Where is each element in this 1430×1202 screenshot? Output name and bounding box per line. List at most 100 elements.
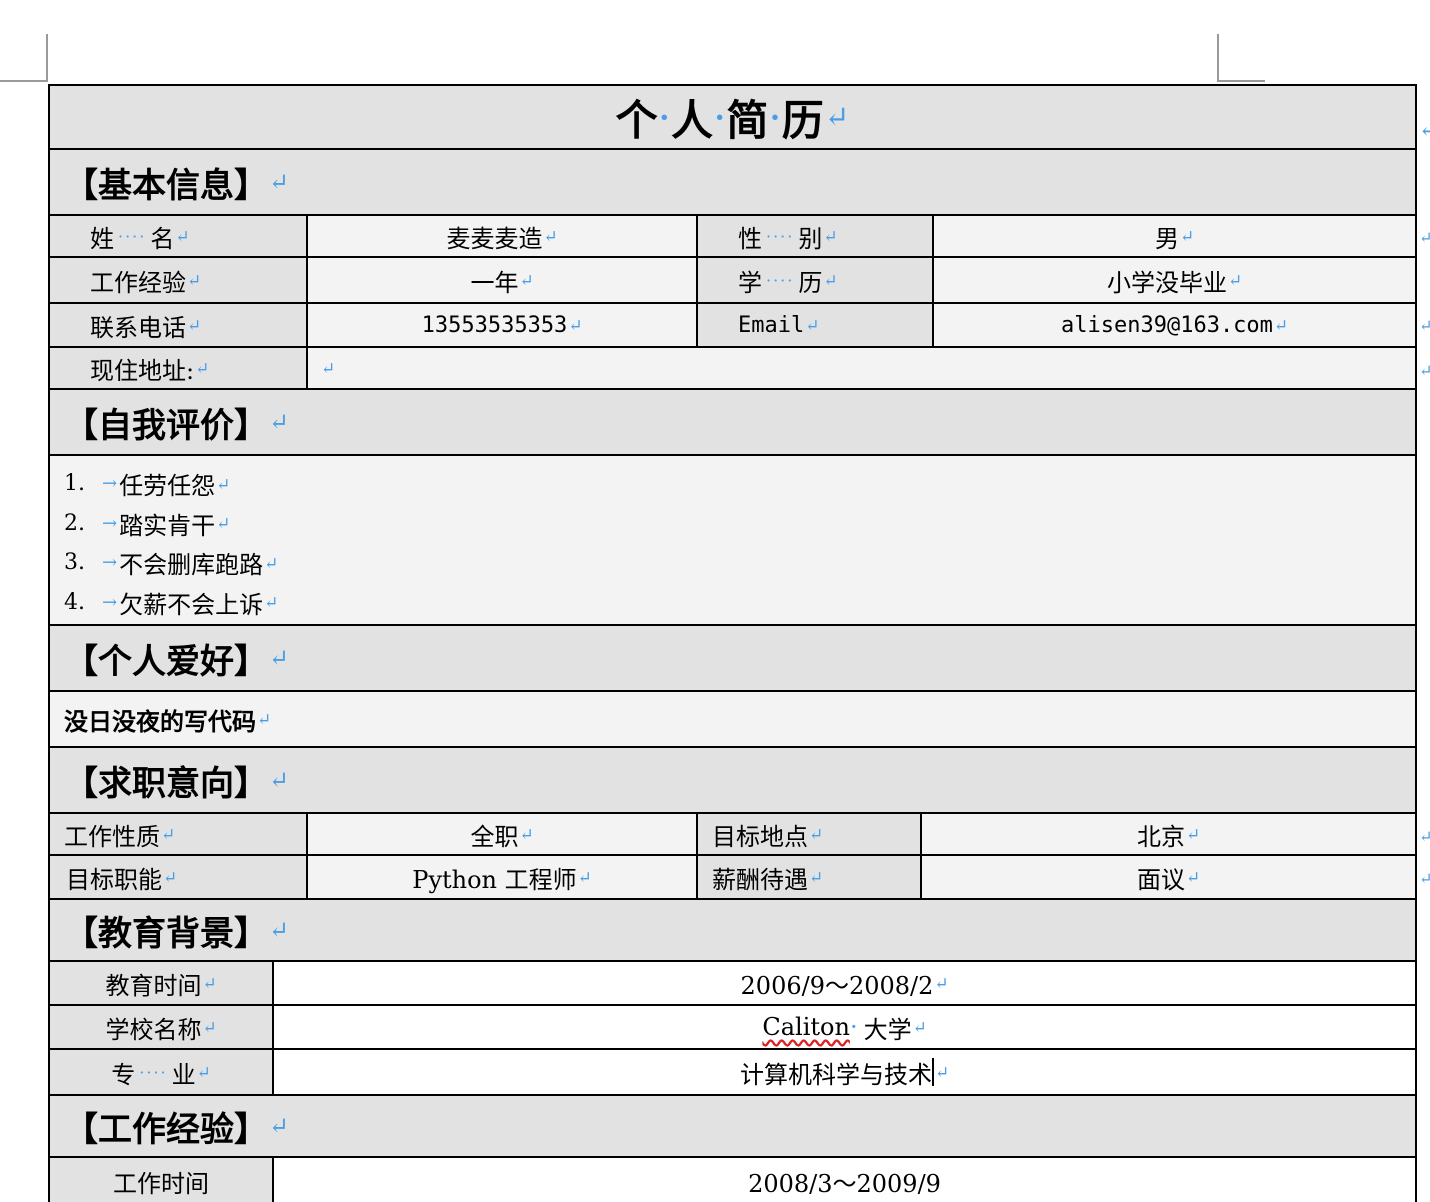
value-text: 2006/9～2008/2 <box>740 971 934 1000</box>
paragraph-mark: ↵ <box>269 644 289 672</box>
experience-label[interactable]: 工作经验 ↵ <box>50 258 308 302</box>
gender-label[interactable]: 性 ···· 别 ↵ <box>698 216 934 256</box>
resume-title[interactable]: 个 · 人 · 简 · 历 ↵ <box>50 86 1415 150</box>
section-self-evaluation[interactable]: 【自我评价】 ↵ <box>50 390 1415 456</box>
table-row: 目标职能 ↵ Python 工程师 ↵ 薪酬待遇 ↵ 面议 ↵ <box>50 856 1415 900</box>
space-mark: · <box>768 92 782 142</box>
name-label[interactable]: 姓 ···· 名 ↵ <box>50 216 308 256</box>
section-hobby[interactable]: 【个人爱好】 ↵ <box>50 626 1415 692</box>
value-text: 2008/3～2009/9 <box>748 1170 941 1198</box>
name-value[interactable]: 麦麦麦造 ↵ <box>308 216 698 256</box>
hobby-value: 没日没夜的写代码 <box>64 706 256 736</box>
section-basic-info[interactable]: 【基本信息】 ↵ <box>50 150 1415 216</box>
self-evaluation-list[interactable]: 1. → 任劳任怨 ↵ 2. → 踏实肯干 ↵ 3. → 不会删库跑路 ↵ 4. → 欠薪不会上诉 ↵ <box>50 456 1415 626</box>
value-text: Caliton <box>762 1013 850 1041</box>
email-value[interactable]: alisen39@163.com ↵ <box>934 304 1415 346</box>
list-item: 2. → 踏实肯干 ↵ <box>64 504 230 544</box>
section-job-intent[interactable]: 【求职意向】 ↵ <box>50 748 1415 814</box>
work-time-label[interactable]: 工作时间 <box>50 1158 274 1202</box>
work-time-value[interactable]: 2008/3～2009/9 <box>274 1158 1415 1202</box>
row-end-mark: ↵ <box>1419 118 1430 143</box>
paragraph-mark: ↵ <box>934 973 949 993</box>
paragraph-mark: ↵ <box>269 766 289 794</box>
label-text: 现住地址: <box>90 356 195 385</box>
job-nature-label[interactable]: 工作性质 ↵ <box>50 814 308 854</box>
major-value[interactable]: 计算机科学与技术 ↵ <box>274 1050 1415 1094</box>
label-text: 目标职能 <box>66 865 162 894</box>
title-char: 个 <box>615 95 658 145</box>
label-text: 别 <box>798 224 823 253</box>
paragraph-mark: ↵ <box>161 824 176 844</box>
label-text: 联系电话 <box>90 313 186 342</box>
paragraph-mark: ↵ <box>321 358 336 378</box>
table-row: 教育时间 ↵ 2006/9～2008/2 ↵ <box>50 962 1415 1006</box>
crop-mark-top-left-v <box>46 34 48 82</box>
edu-time-value[interactable]: 2006/9～2008/2 ↵ <box>274 962 1415 1004</box>
text-cursor <box>931 1058 934 1086</box>
edu-time-label[interactable]: 教育时间 ↵ <box>50 962 274 1004</box>
location-value[interactable]: 北京 ↵ <box>922 814 1415 854</box>
salary-label[interactable]: 薪酬待遇 ↵ <box>698 856 922 898</box>
label-text: 学校名称 <box>105 1015 202 1044</box>
list-number: 3. <box>64 550 85 576</box>
value-text: 麦麦麦造 <box>446 224 543 253</box>
crop-mark-top-left-h <box>0 80 48 82</box>
list-text: 踏实肯干 <box>119 511 216 540</box>
gender-value[interactable]: 男 ↵ <box>934 216 1415 256</box>
email-label[interactable]: Email ↵ <box>698 304 934 346</box>
job-function-label[interactable]: 目标职能 ↵ <box>50 856 308 898</box>
label-text: 姓 <box>90 224 114 253</box>
major-label[interactable]: 专 ···· 业 ↵ <box>50 1050 274 1094</box>
section-education[interactable]: 【教育背景】 ↵ <box>50 900 1415 962</box>
list-number: 2. <box>64 510 85 536</box>
paragraph-mark: ↵ <box>269 408 289 436</box>
paragraph-mark: ↵ <box>809 824 824 844</box>
paragraph-mark: ↵ <box>195 358 210 378</box>
value-text: Python 工程师 <box>412 865 577 894</box>
paragraph-mark: ↵ <box>577 867 592 887</box>
job-nature-value[interactable]: 全职 ↵ <box>308 814 698 854</box>
label-text: 薪酬待遇 <box>712 865 808 894</box>
school-value[interactable]: Caliton · 大学 ↵ <box>274 1006 1415 1048</box>
paragraph-mark: ↵ <box>934 1062 950 1082</box>
tab-mark: → <box>102 552 118 574</box>
paragraph-mark: ↵ <box>257 709 272 729</box>
phone-label[interactable]: 联系电话 ↵ <box>50 304 308 346</box>
address-value[interactable]: ↵ <box>308 348 1415 388</box>
paragraph-mark: ↵ <box>823 226 838 246</box>
location-label[interactable]: 目标地点 ↵ <box>698 814 922 854</box>
salary-value[interactable]: 面议 ↵ <box>922 856 1415 898</box>
paragraph-mark: ↵ <box>1179 226 1195 246</box>
table-row: 工作性质 ↵ 全职 ↵ 目标地点 ↵ 北京 ↵ <box>50 814 1415 856</box>
section-work[interactable]: 【工作经验】 ↵ <box>50 1096 1415 1158</box>
label-text: 专 <box>111 1060 136 1089</box>
degree-value[interactable]: 小学没毕业 ↵ <box>934 258 1415 302</box>
paragraph-mark: ↵ <box>187 270 202 290</box>
row-end-mark: ↵ <box>1419 869 1430 888</box>
paragraph-mark: ↵ <box>1273 315 1288 335</box>
phone-value[interactable]: 13553535353 ↵ <box>308 304 698 346</box>
job-function-value[interactable]: Python 工程师 ↵ <box>308 856 698 898</box>
list-item: 1. → 任劳任怨 ↵ <box>64 464 230 504</box>
experience-value[interactable]: 一年 ↵ <box>308 258 698 302</box>
hobby-text[interactable]: 没日没夜的写代码 ↵ <box>50 692 1415 748</box>
table-row: 工作经验 ↵ 一年 ↵ 学 ···· 历 ↵ 小学没毕业 ↵ <box>50 258 1415 304</box>
label-text: 目标地点 <box>712 822 808 851</box>
paragraph-mark: ↵ <box>823 270 838 290</box>
table-row: 工作时间 2008/3～2009/9 <box>50 1158 1415 1202</box>
paragraph-mark: ↵ <box>543 226 558 246</box>
paragraph-mark: ↵ <box>1227 270 1243 290</box>
value-text: 全职 <box>470 822 519 851</box>
school-label[interactable]: 学校名称 ↵ <box>50 1006 274 1048</box>
value-text: alisen39@163.com <box>1061 312 1273 338</box>
address-label[interactable]: 现住地址: ↵ <box>50 348 308 388</box>
degree-label[interactable]: 学 ···· 历 ↵ <box>698 258 934 302</box>
label-text: 学 <box>738 268 762 297</box>
paragraph-mark: ↵ <box>187 315 202 335</box>
paragraph-mark: ↵ <box>264 592 279 613</box>
section-heading: 【个人爱好】 <box>64 641 268 682</box>
section-heading: 【求职意向】 <box>64 763 268 804</box>
paragraph-mark: ↵ <box>175 226 190 246</box>
space-mark: · <box>657 92 671 142</box>
section-heading: 【工作经验】 <box>64 1109 268 1150</box>
